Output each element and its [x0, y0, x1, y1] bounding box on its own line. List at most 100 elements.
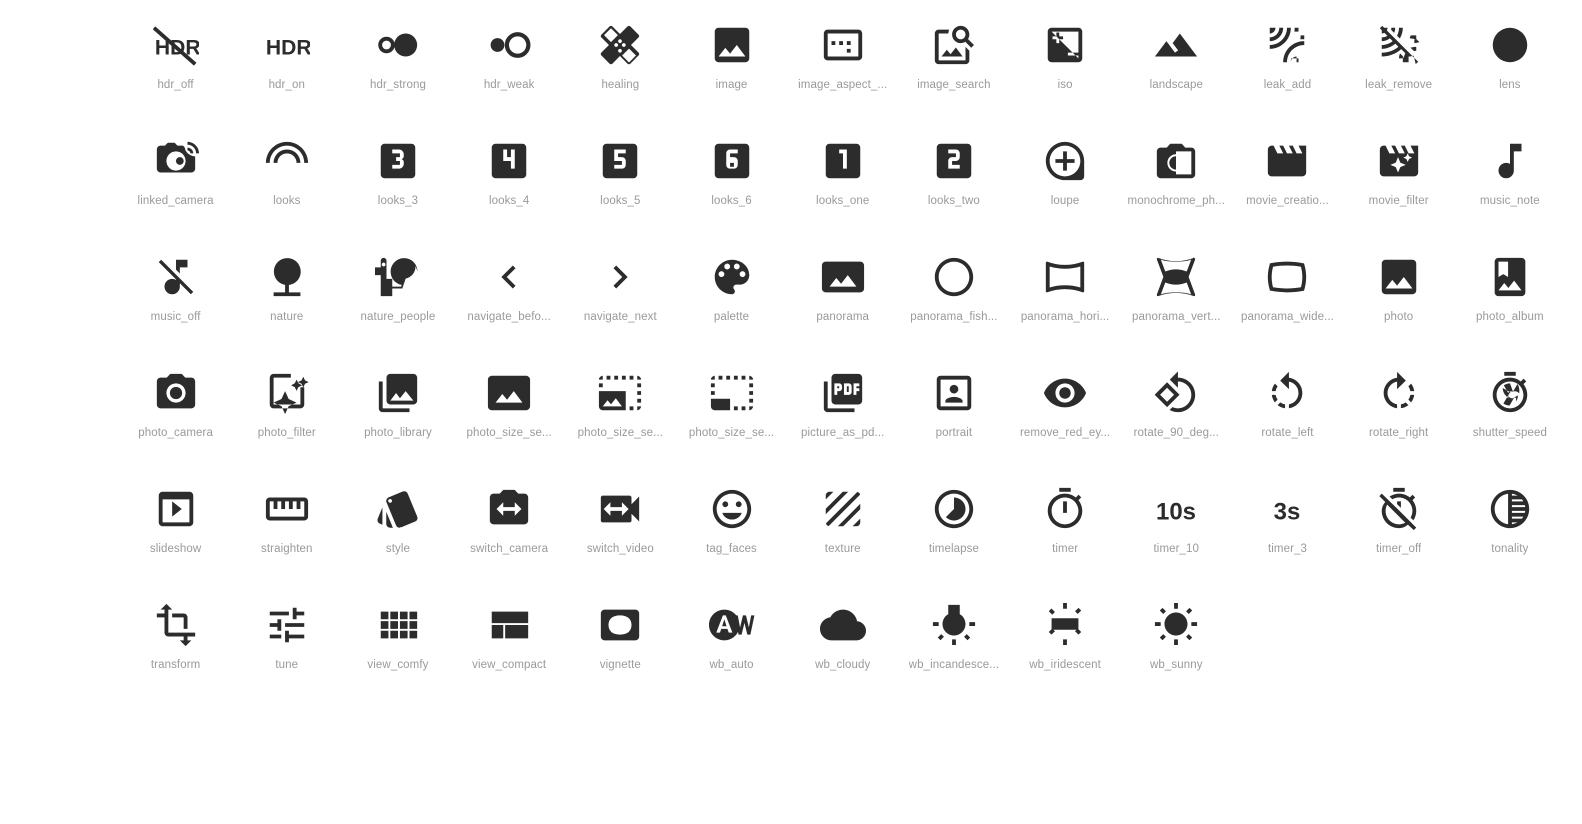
photo-camera-icon[interactable]: [145, 362, 207, 424]
icon-cell-vignette[interactable]: vignette: [565, 594, 676, 710]
icon-cell-music_off[interactable]: music_off: [120, 246, 231, 362]
wb-auto-icon[interactable]: [701, 594, 763, 656]
icon-cell-looks_one[interactable]: looks_one: [787, 130, 898, 246]
icon-cell-switch_camera[interactable]: switch_camera: [454, 478, 565, 594]
looks-6-icon[interactable]: [701, 130, 763, 192]
photo-filter-icon[interactable]: [256, 362, 318, 424]
view-compact-icon[interactable]: [478, 594, 540, 656]
icon-cell-rotate_right[interactable]: rotate_right: [1343, 362, 1454, 478]
shutter-speed-icon[interactable]: [1479, 362, 1541, 424]
rotate-left-icon[interactable]: [1256, 362, 1318, 424]
icon-cell-photo_library[interactable]: photo_library: [342, 362, 453, 478]
icon-cell-style[interactable]: style: [342, 478, 453, 594]
icon-cell-hdr_on[interactable]: HDR hdr_on: [231, 14, 342, 130]
icon-cell-rotate_left[interactable]: rotate_left: [1232, 362, 1343, 478]
lens-icon[interactable]: [1479, 14, 1541, 76]
icon-cell-nature[interactable]: nature: [231, 246, 342, 362]
rotate-right-icon[interactable]: [1368, 362, 1430, 424]
nature-people-icon[interactable]: [367, 246, 429, 308]
leak-remove-icon[interactable]: [1368, 14, 1430, 76]
hdr-off-icon[interactable]: HDR: [145, 14, 207, 76]
icon-cell-switch_video[interactable]: switch_video: [565, 478, 676, 594]
image-aspect-ratio-icon[interactable]: [812, 14, 874, 76]
timer-3-icon[interactable]: 3s: [1256, 478, 1318, 540]
panorama-vertical-icon[interactable]: [1145, 246, 1207, 308]
image-icon[interactable]: [701, 14, 763, 76]
navigate-before-icon[interactable]: [478, 246, 540, 308]
icon-cell-photo_size_select_large[interactable]: photo_size_se...: [565, 362, 676, 478]
icon-cell-shutter_speed[interactable]: shutter_speed: [1454, 362, 1565, 478]
tonality-icon[interactable]: [1479, 478, 1541, 540]
timer-icon[interactable]: [1034, 478, 1096, 540]
landscape-icon[interactable]: [1145, 14, 1207, 76]
icon-cell-rotate_90_degrees_ccw[interactable]: rotate_90_deg...: [1121, 362, 1232, 478]
wb-incandescent-icon[interactable]: [923, 594, 985, 656]
loupe-icon[interactable]: [1034, 130, 1096, 192]
looks-4-icon[interactable]: [478, 130, 540, 192]
icon-cell-monochrome_photos[interactable]: monochrome_ph...: [1121, 130, 1232, 246]
monochrome-photos-icon[interactable]: [1145, 130, 1207, 192]
panorama-wide-angle-icon[interactable]: [1256, 246, 1318, 308]
icon-cell-hdr_weak[interactable]: hdr_weak: [454, 14, 565, 130]
music-note-icon[interactable]: [1479, 130, 1541, 192]
icon-cell-panorama_horizontal[interactable]: panorama_hori...: [1010, 246, 1121, 362]
looks-5-icon[interactable]: [589, 130, 651, 192]
navigate-next-icon[interactable]: [589, 246, 651, 308]
icon-cell-iso[interactable]: iso: [1010, 14, 1121, 130]
icon-cell-panorama_vertical[interactable]: panorama_vert...: [1121, 246, 1232, 362]
hdr-weak-icon[interactable]: [478, 14, 540, 76]
switch-video-icon[interactable]: [589, 478, 651, 540]
panorama-icon[interactable]: [812, 246, 874, 308]
timer-off-icon[interactable]: [1368, 478, 1430, 540]
icon-cell-photo_size_select_small[interactable]: photo_size_se...: [676, 362, 787, 478]
icon-cell-slideshow[interactable]: slideshow: [120, 478, 231, 594]
wb-iridescent-icon[interactable]: [1034, 594, 1096, 656]
icon-cell-hdr_strong[interactable]: hdr_strong: [342, 14, 453, 130]
looks-two-icon[interactable]: [923, 130, 985, 192]
icon-cell-wb_auto[interactable]: wb_auto: [676, 594, 787, 710]
icon-cell-timer_off[interactable]: timer_off: [1343, 478, 1454, 594]
icon-cell-image[interactable]: image: [676, 14, 787, 130]
icon-cell-navigate_before[interactable]: navigate_befo...: [454, 246, 565, 362]
photo-library-icon[interactable]: [367, 362, 429, 424]
timer-10-icon[interactable]: 10s: [1145, 478, 1207, 540]
icon-cell-photo_camera[interactable]: photo_camera: [120, 362, 231, 478]
looks-one-icon[interactable]: [812, 130, 874, 192]
photo-album-icon[interactable]: [1479, 246, 1541, 308]
icon-cell-image_search[interactable]: image_search: [898, 14, 1009, 130]
style-icon[interactable]: [367, 478, 429, 540]
photo-size-select-actual-icon[interactable]: [478, 362, 540, 424]
view-comfy-icon[interactable]: [367, 594, 429, 656]
icon-cell-photo[interactable]: photo: [1343, 246, 1454, 362]
picture-as-pdf-icon[interactable]: [812, 362, 874, 424]
icon-cell-picture_as_pdf[interactable]: picture_as_pd...: [787, 362, 898, 478]
wb-sunny-icon[interactable]: [1145, 594, 1207, 656]
icon-cell-looks_4[interactable]: looks_4: [454, 130, 565, 246]
icon-cell-texture[interactable]: texture: [787, 478, 898, 594]
photo-size-select-small-icon[interactable]: [701, 362, 763, 424]
iso-icon[interactable]: [1034, 14, 1096, 76]
icon-cell-looks_two[interactable]: looks_two: [898, 130, 1009, 246]
looks-icon[interactable]: [256, 130, 318, 192]
icon-cell-timer_10[interactable]: 10s timer_10: [1121, 478, 1232, 594]
straighten-icon[interactable]: [256, 478, 318, 540]
timelapse-icon[interactable]: [923, 478, 985, 540]
icon-cell-photo_filter[interactable]: photo_filter: [231, 362, 342, 478]
icon-cell-panorama_fish_eye[interactable]: panorama_fish...: [898, 246, 1009, 362]
icon-cell-movie_filter[interactable]: movie_filter: [1343, 130, 1454, 246]
icon-cell-nature_people[interactable]: nature_people: [342, 246, 453, 362]
icon-cell-lens[interactable]: lens: [1454, 14, 1565, 130]
tag-faces-icon[interactable]: [701, 478, 763, 540]
icon-cell-loupe[interactable]: loupe: [1010, 130, 1121, 246]
icon-cell-looks_3[interactable]: looks_3: [342, 130, 453, 246]
icon-cell-linked_camera[interactable]: linked_camera: [120, 130, 231, 246]
movie-filter-icon[interactable]: [1368, 130, 1430, 192]
icon-cell-view_compact[interactable]: view_compact: [454, 594, 565, 710]
leak-add-icon[interactable]: [1256, 14, 1318, 76]
icon-cell-panorama_wide_angle[interactable]: panorama_wide...: [1232, 246, 1343, 362]
looks-3-icon[interactable]: [367, 130, 429, 192]
hdr-on-icon[interactable]: HDR: [256, 14, 318, 76]
panorama-horizontal-icon[interactable]: [1034, 246, 1096, 308]
texture-icon[interactable]: [812, 478, 874, 540]
icon-cell-timer[interactable]: timer: [1010, 478, 1121, 594]
